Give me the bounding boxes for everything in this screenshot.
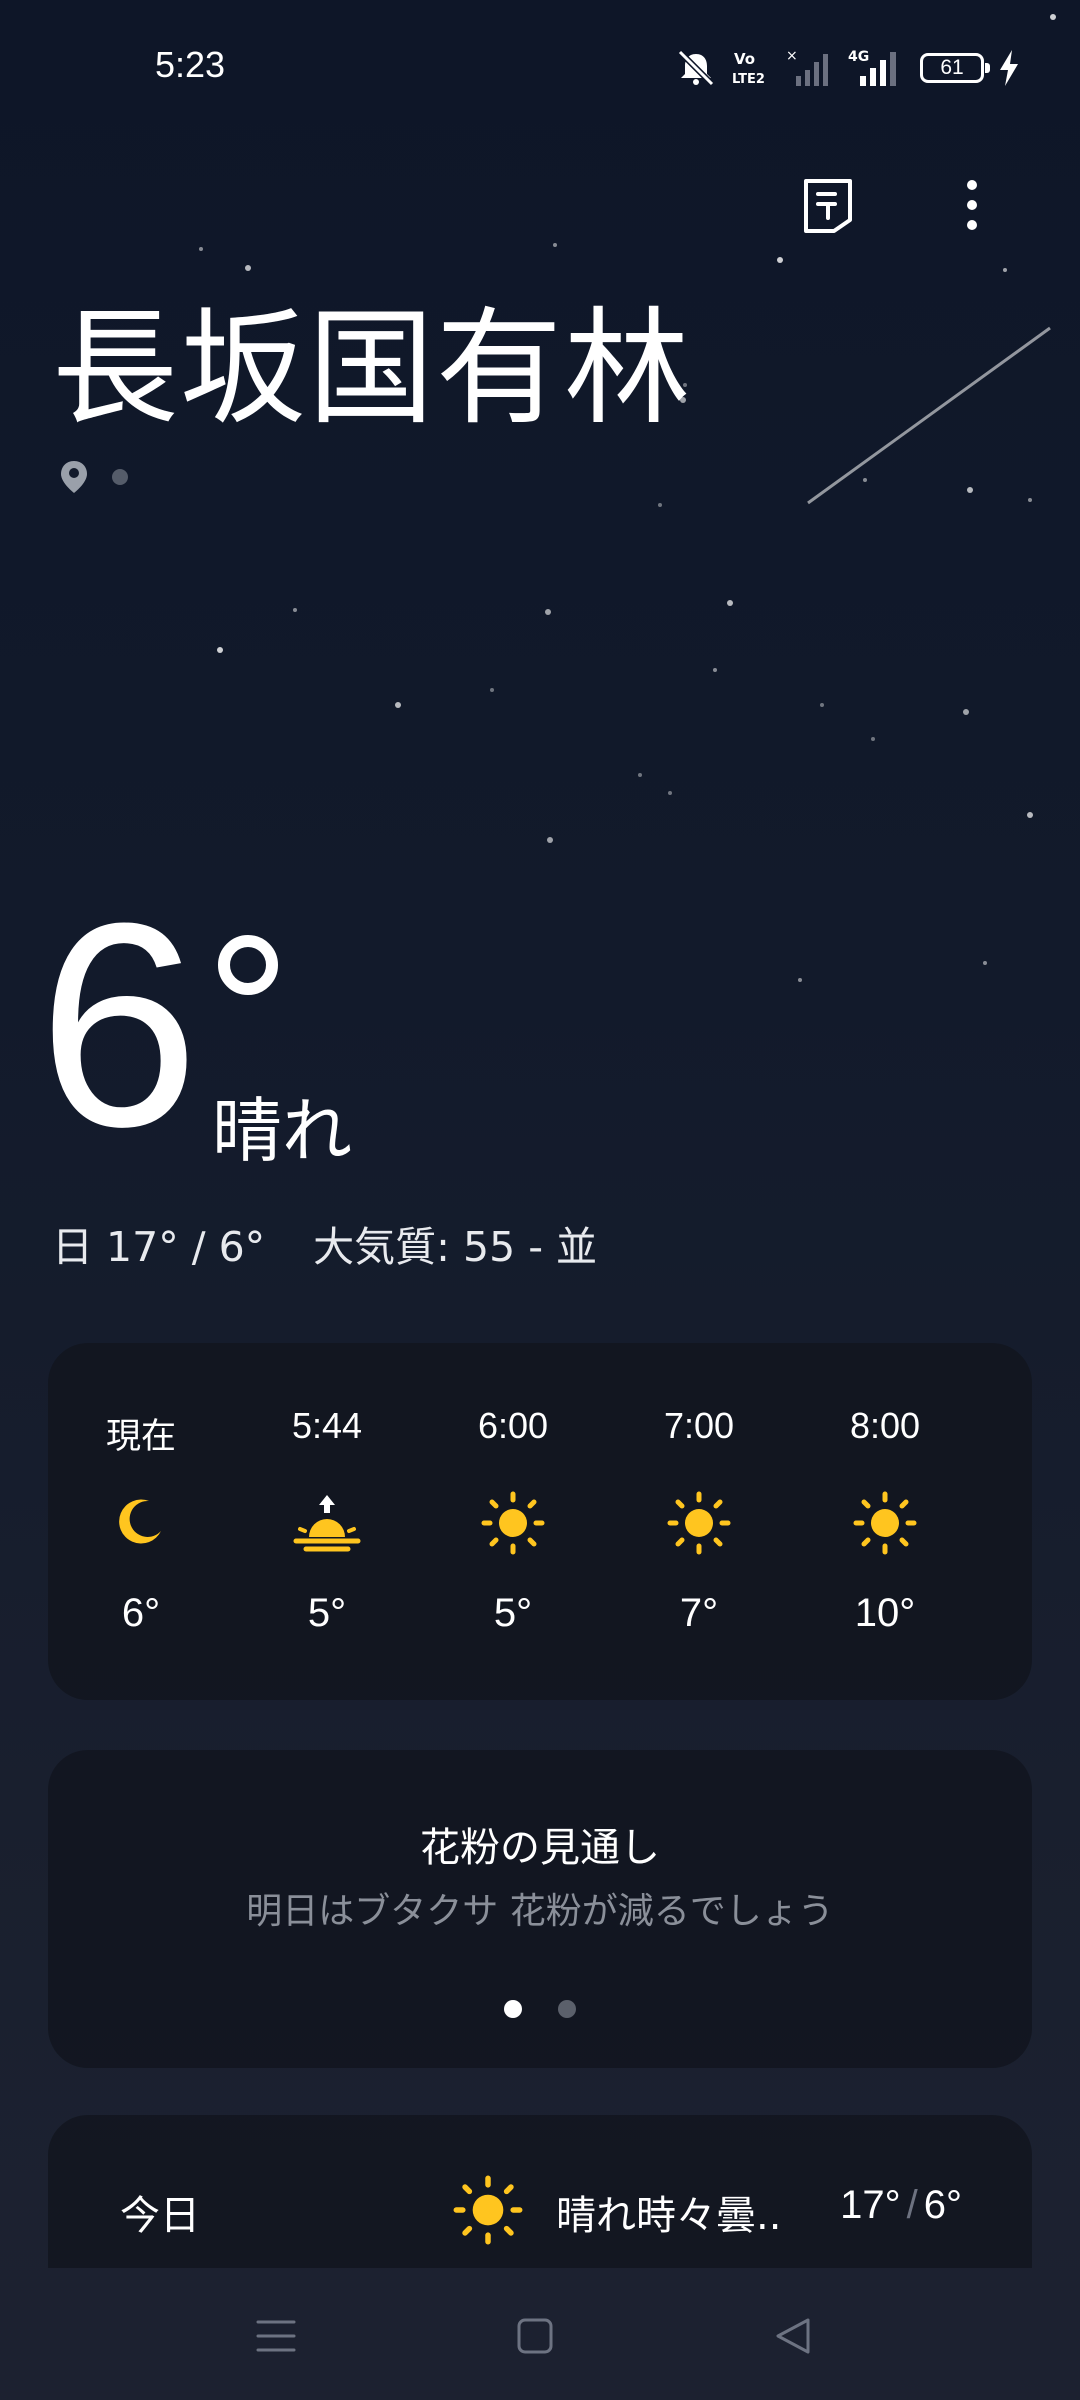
mute-icon bbox=[677, 49, 715, 87]
temp-separator: / bbox=[906, 2183, 918, 2227]
location-dot bbox=[112, 469, 128, 485]
charging-icon bbox=[1000, 50, 1018, 86]
pollen-text: 明日はブタクサ 花粉が減るでしょう bbox=[246, 1891, 834, 1932]
document-button[interactable] bbox=[793, 170, 863, 240]
back-icon bbox=[776, 2318, 810, 2354]
daily-temps: 17°/6° bbox=[840, 2183, 962, 2228]
back-button[interactable] bbox=[763, 2308, 823, 2364]
status-bar: 5:23 Vo LTE2 × 4G 61 bbox=[0, 0, 1080, 140]
location-page-indicator bbox=[60, 460, 128, 494]
home-icon bbox=[517, 2318, 553, 2354]
daily-condition: 晴れ時々曇.. bbox=[556, 2193, 782, 2239]
pollen-forecast-card[interactable]: 花粉の見通し 明日はブタクサ 花粉が減るでしょう bbox=[48, 1750, 1032, 2068]
svg-text:×: × bbox=[786, 48, 798, 64]
battery-level: 61 bbox=[940, 56, 964, 79]
page-dot-active[interactable] bbox=[504, 2000, 522, 2018]
signal-icon: × bbox=[786, 48, 828, 86]
current-condition: 晴れ bbox=[212, 1090, 352, 1172]
menu-icon bbox=[256, 2320, 296, 2352]
current-temperature: 6 bbox=[38, 863, 200, 1187]
battery-icon: 61 bbox=[920, 53, 990, 83]
hour-temp: 5° bbox=[493, 1591, 533, 1635]
moon-icon bbox=[119, 1499, 161, 1544]
daily-high: 17° bbox=[840, 2183, 901, 2227]
hour-time: 5:44 bbox=[291, 1405, 363, 1446]
svg-text:4G: 4G bbox=[848, 49, 869, 65]
hour-temp: 5° bbox=[307, 1591, 347, 1635]
hour-temp: 10° bbox=[854, 1591, 916, 1635]
hour-temp: 6° bbox=[121, 1591, 161, 1635]
sun-icon bbox=[667, 1491, 731, 1555]
svg-text:Vo: Vo bbox=[734, 50, 755, 68]
hour-time: 6:00 bbox=[477, 1405, 549, 1446]
location-title: 長坂国有林 bbox=[52, 295, 692, 442]
4g-signal-icon: 4G bbox=[848, 49, 896, 86]
svg-text:LTE2: LTE2 bbox=[732, 72, 765, 87]
high-low-summary: 日 17° / 6° bbox=[52, 1223, 266, 1271]
daily-day: 今日 bbox=[120, 2193, 200, 2239]
pollen-title: 花粉の見通し bbox=[420, 1825, 660, 1871]
weather-screen: 5:23 Vo LTE2 × 4G 61 長坂国有林 6 晴れ 日 17° / … bbox=[0, 0, 1080, 2400]
degree-symbol bbox=[218, 935, 278, 995]
sun-icon bbox=[853, 1491, 917, 1555]
page-dot[interactable] bbox=[558, 2000, 576, 2018]
hour-time: 現在 bbox=[105, 1417, 176, 1457]
status-icons: Vo LTE2 × 4G 61 bbox=[674, 48, 1020, 88]
hourly-forecast-card[interactable]: 現在 6° 5:44 5° 6:00 5° 7:00 7° 8:00 10° bbox=[48, 1343, 1032, 1700]
more-options-button[interactable] bbox=[937, 170, 1007, 240]
recents-button[interactable] bbox=[246, 2308, 306, 2364]
volte-icon: Vo LTE2 bbox=[732, 50, 765, 87]
hour-temp: 7° bbox=[679, 1591, 719, 1635]
navigation-bar bbox=[0, 2268, 1080, 2400]
card-page-indicator bbox=[48, 2000, 1032, 2018]
document-icon bbox=[804, 179, 852, 233]
sun-icon bbox=[453, 2175, 523, 2245]
home-button[interactable] bbox=[505, 2308, 565, 2364]
hour-time: 7:00 bbox=[663, 1405, 735, 1446]
status-time: 5:23 bbox=[155, 44, 226, 85]
daily-low: 6° bbox=[923, 2183, 962, 2227]
sun-icon bbox=[481, 1491, 545, 1555]
hour-time: 8:00 bbox=[849, 1405, 921, 1446]
air-quality[interactable]: 大気質: 55 - 並 bbox=[313, 1223, 597, 1271]
location-pin-icon bbox=[61, 461, 87, 493]
daily-summary: 日 17° / 6° 大気質: 55 - 並 bbox=[52, 1213, 645, 1273]
sunrise-icon bbox=[293, 1495, 361, 1552]
more-vertical-icon bbox=[967, 180, 977, 230]
